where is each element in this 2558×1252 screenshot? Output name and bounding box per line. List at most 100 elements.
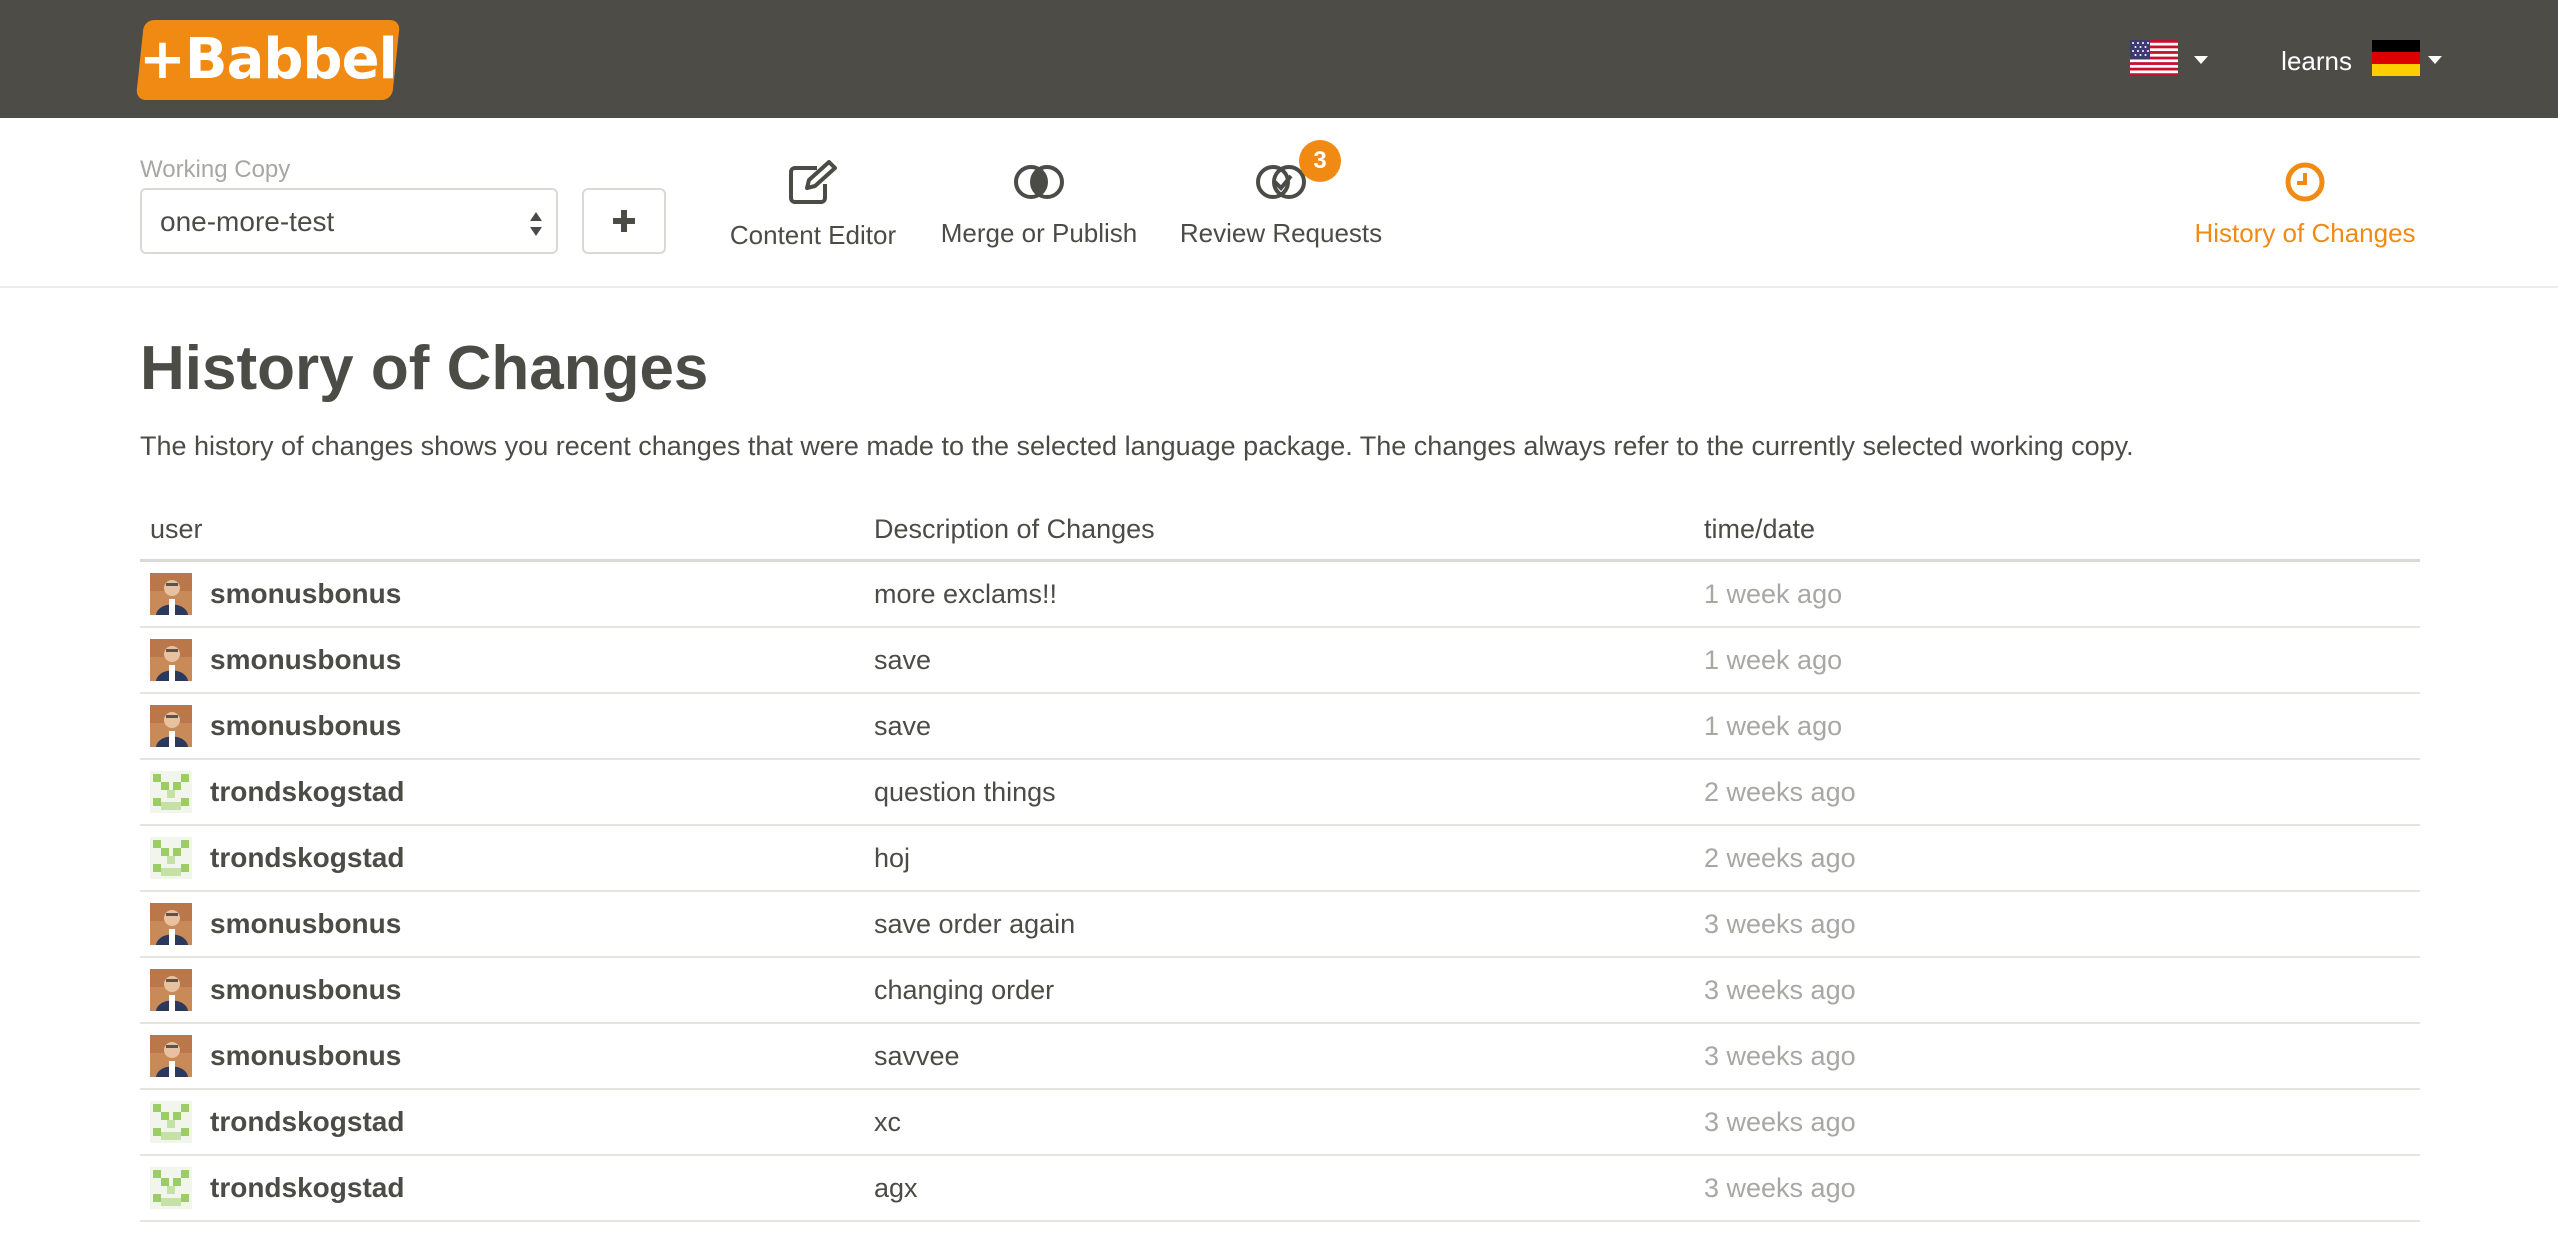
main-content: History of Changes The history of change… bbox=[140, 300, 2420, 1223]
review-requests-badge: 3 bbox=[1299, 140, 1341, 182]
table-row: trondskogstad hoj 2 weeks ago bbox=[140, 825, 2420, 893]
user-cell: smonusbonus bbox=[140, 891, 864, 959]
clock-icon bbox=[2285, 162, 2325, 202]
logo-text: +Babbel bbox=[139, 27, 397, 92]
user-name[interactable]: smonusbonus bbox=[210, 710, 401, 742]
avatar bbox=[150, 771, 192, 814]
avatar bbox=[150, 903, 192, 946]
change-description: more exclams!! bbox=[864, 560, 1694, 629]
review-icon-wrapper: 3 bbox=[1255, 140, 1341, 204]
change-time: 3 weeks ago bbox=[1694, 891, 2420, 959]
table-header-row: user Description of Changes time/date bbox=[140, 514, 2420, 563]
user-name[interactable]: smonusbonus bbox=[210, 908, 401, 940]
table-row: smonusbonus changing order 3 weeks ago bbox=[140, 957, 2420, 1025]
user-cell-content: smonusbonus bbox=[150, 705, 854, 748]
change-description: savvee bbox=[864, 1023, 1694, 1091]
user-name[interactable]: smonusbonus bbox=[210, 974, 401, 1006]
change-time: 1 week ago bbox=[1694, 560, 2420, 629]
header-description: Description of Changes bbox=[864, 514, 1694, 563]
history-table: user Description of Changes time/date sm… bbox=[140, 514, 2420, 1223]
nav-merge-publish[interactable]: Merge or Publish bbox=[938, 160, 1140, 249]
user-name[interactable]: trondskogstad bbox=[210, 776, 404, 808]
edit-icon bbox=[789, 160, 837, 204]
user-cell: smonusbonus bbox=[140, 957, 864, 1025]
user-cell: smonusbonus bbox=[140, 627, 864, 695]
table-row: smonusbonus more exclams!! 1 week ago bbox=[140, 560, 2420, 629]
change-description: save bbox=[864, 693, 1694, 761]
avatar bbox=[150, 1035, 192, 1078]
table-row: smonusbonus savvee 3 weeks ago bbox=[140, 1023, 2420, 1091]
user-cell-content: smonusbonus bbox=[150, 969, 854, 1012]
change-description: save bbox=[864, 627, 1694, 695]
change-description: xc bbox=[864, 1089, 1694, 1157]
table-row: smonusbonus save order again 3 weeks ago bbox=[140, 891, 2420, 959]
table-row: trondskogstad question things 2 weeks ago bbox=[140, 759, 2420, 827]
avatar bbox=[150, 1101, 192, 1144]
user-cell-content: smonusbonus bbox=[150, 1035, 854, 1078]
avatar bbox=[150, 837, 192, 880]
avatar bbox=[150, 705, 192, 748]
nav-merge-publish-label: Merge or Publish bbox=[940, 218, 1138, 248]
user-cell: trondskogstad bbox=[140, 825, 864, 893]
nav-review-requests[interactable]: 3 Review Requests bbox=[1178, 140, 1384, 249]
user-name[interactable]: smonusbonus bbox=[210, 644, 401, 676]
change-description: changing order bbox=[864, 957, 1694, 1025]
change-description: hoj bbox=[864, 825, 1694, 893]
table-row: trondskogstad xc 3 weeks ago bbox=[140, 1089, 2420, 1157]
babbel-logo[interactable]: +Babbel bbox=[135, 20, 401, 100]
change-description: agx bbox=[864, 1155, 1694, 1223]
user-cell-content: trondskogstad bbox=[150, 1101, 854, 1144]
avatar bbox=[150, 573, 192, 616]
user-cell-content: smonusbonus bbox=[150, 573, 854, 616]
user-name[interactable]: trondskogstad bbox=[210, 1106, 404, 1138]
change-time: 2 weeks ago bbox=[1694, 759, 2420, 827]
working-copy-label: Working Copy bbox=[140, 156, 291, 183]
user-cell: smonusbonus bbox=[140, 693, 864, 761]
table-row: trondskogstad agx 3 weeks ago bbox=[140, 1155, 2420, 1223]
user-cell-content: trondskogstad bbox=[150, 1167, 854, 1210]
learns-label: learns bbox=[2281, 46, 2352, 76]
target-language-dropdown-caret[interactable] bbox=[2428, 56, 2442, 64]
user-cell: smonusbonus bbox=[140, 560, 864, 629]
nav-content-editor[interactable]: Content Editor bbox=[728, 160, 898, 251]
change-description: question things bbox=[864, 759, 1694, 827]
working-copy-select[interactable]: one-more-test bbox=[140, 188, 558, 254]
nav-history-label: History of Changes bbox=[2194, 218, 2416, 248]
avatar bbox=[150, 969, 192, 1012]
page-description: The history of changes shows you recent … bbox=[140, 431, 2134, 462]
change-time: 1 week ago bbox=[1694, 627, 2420, 695]
source-language-dropdown-caret[interactable] bbox=[2194, 56, 2208, 64]
table-row: smonusbonus save 1 week ago bbox=[140, 693, 2420, 761]
user-cell-content: smonusbonus bbox=[150, 639, 854, 682]
top-bar: +Babbel learns bbox=[0, 0, 2558, 118]
avatar bbox=[150, 1167, 192, 1210]
history-table-body: smonusbonus more exclams!! 1 week ago smonu… bbox=[140, 560, 2420, 1223]
nav-review-requests-label: Review Requests bbox=[1179, 218, 1383, 248]
user-cell: smonusbonus bbox=[140, 1023, 864, 1091]
user-cell: trondskogstad bbox=[140, 759, 864, 827]
user-name[interactable]: trondskogstad bbox=[210, 842, 404, 874]
change-time: 3 weeks ago bbox=[1694, 1155, 2420, 1223]
header-user: user bbox=[140, 514, 864, 563]
user-name[interactable]: trondskogstad bbox=[210, 1172, 404, 1204]
nav-history-of-changes[interactable]: History of Changes bbox=[2190, 160, 2420, 249]
merge-icon bbox=[1014, 165, 1064, 199]
avatar bbox=[150, 639, 192, 682]
user-cell: trondskogstad bbox=[140, 1089, 864, 1157]
nav-content-editor-label: Content Editor bbox=[729, 220, 897, 250]
change-time: 2 weeks ago bbox=[1694, 825, 2420, 893]
user-cell-content: trondskogstad bbox=[150, 837, 854, 880]
add-working-copy-button[interactable] bbox=[582, 188, 666, 254]
page-title: History of Changes bbox=[140, 334, 709, 403]
change-time: 1 week ago bbox=[1694, 693, 2420, 761]
user-name[interactable]: smonusbonus bbox=[210, 578, 401, 610]
user-name[interactable]: smonusbonus bbox=[210, 1040, 401, 1072]
de-flag-icon[interactable] bbox=[2372, 40, 2420, 76]
change-time: 3 weeks ago bbox=[1694, 1089, 2420, 1157]
working-copy-selected-value: one-more-test bbox=[160, 206, 335, 237]
change-time: 3 weeks ago bbox=[1694, 957, 2420, 1025]
user-cell-content: smonusbonus bbox=[150, 903, 854, 946]
header-time: time/date bbox=[1694, 514, 2420, 563]
user-cell: trondskogstad bbox=[140, 1155, 864, 1223]
us-flag-icon[interactable] bbox=[2130, 40, 2178, 76]
